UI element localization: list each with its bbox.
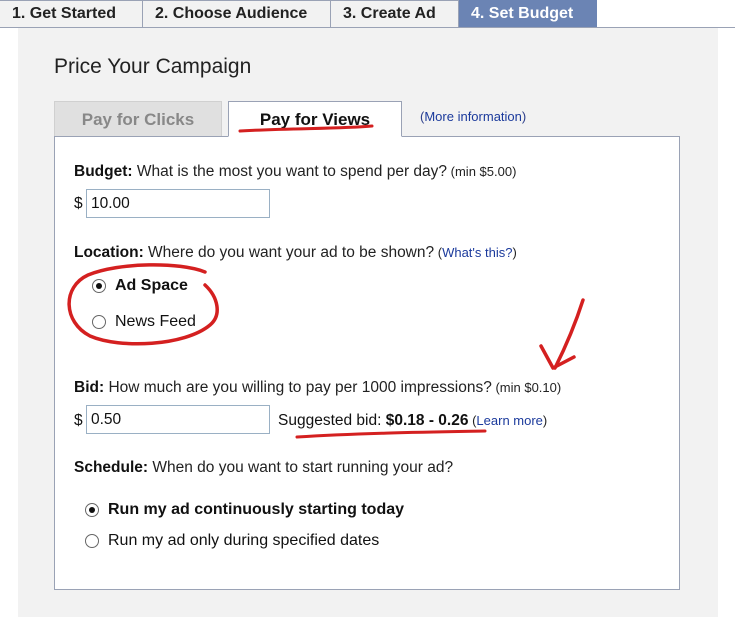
location-label-title: Location: xyxy=(74,244,144,261)
schedule-option-label: Run my ad continuously starting today xyxy=(108,501,405,518)
radio-unselected-icon[interactable] xyxy=(85,534,99,548)
page-title: Price Your Campaign xyxy=(54,55,252,78)
schedule-question: When do you want to start running your a… xyxy=(148,459,454,476)
bid-question: How much are you willing to pay per 1000… xyxy=(104,379,492,396)
tab-pay-for-clicks[interactable]: Pay for Clicks xyxy=(54,101,222,137)
radio-selected-icon[interactable] xyxy=(85,503,99,517)
suggested-bid: Suggested bid: $0.18 - 0.26 (Learn more) xyxy=(278,412,547,430)
schedule-label: Schedule: When do you want to start runn… xyxy=(74,459,453,477)
location-option-news-feed[interactable]: News Feed xyxy=(92,313,196,331)
location-label: Location: Where do you want your ad to b… xyxy=(74,244,517,262)
radio-selected-icon[interactable] xyxy=(92,279,106,293)
suggested-bid-prefix: Suggested bid: xyxy=(278,412,386,429)
schedule-label-title: Schedule: xyxy=(74,459,149,476)
suggested-bid-range: $0.18 - 0.26 xyxy=(385,412,469,429)
bid-label-title: Bid: xyxy=(74,379,105,396)
whats-this-link[interactable]: What's this? xyxy=(442,245,512,260)
whats-this-open-paren: ( xyxy=(434,245,443,260)
budget-currency: $ xyxy=(74,195,83,212)
budget-min: (min $5.00) xyxy=(447,164,517,179)
learn-more-close-paren: ) xyxy=(542,413,548,428)
budget-input[interactable] xyxy=(86,189,270,218)
location-question: Where do you want your ad to be shown? xyxy=(143,244,435,261)
schedule-option-label: Run my ad only during specified dates xyxy=(108,532,380,549)
bid-min: (min $0.10) xyxy=(491,380,562,395)
more-info-close-paren: ) xyxy=(521,109,527,124)
budget-question: What is the most you want to spend per d… xyxy=(132,163,448,180)
step-create-ad[interactable]: 3. Create Ad xyxy=(331,0,459,28)
bid-label: Bid: How much are you willing to pay per… xyxy=(74,379,561,397)
pricing-form: Budget: What is the most you want to spe… xyxy=(54,136,680,590)
whats-this-close-paren: ) xyxy=(512,245,517,260)
step-set-budget[interactable]: 4. Set Budget xyxy=(459,0,597,28)
step-get-started[interactable]: 1. Get Started xyxy=(0,0,143,28)
budget-label: Budget: What is the most you want to spe… xyxy=(74,163,516,181)
bid-input[interactable] xyxy=(86,405,270,434)
more-information-link[interactable]: More information xyxy=(424,109,522,124)
schedule-option-continuous[interactable]: Run my ad continuously starting today xyxy=(85,501,404,519)
more-information: (More information) xyxy=(420,109,526,124)
bid-currency: $ xyxy=(74,412,83,429)
budget-label-title: Budget: xyxy=(74,163,133,180)
location-option-label: Ad Space xyxy=(115,277,188,294)
location-option-ad-space[interactable]: Ad Space xyxy=(92,277,188,295)
location-option-label: News Feed xyxy=(115,313,196,330)
wizard-steps: 1. Get Started 2. Choose Audience 3. Cre… xyxy=(0,0,597,28)
learn-more-link[interactable]: Learn more xyxy=(476,413,542,428)
step-choose-audience[interactable]: 2. Choose Audience xyxy=(143,0,331,28)
schedule-option-specified-dates[interactable]: Run my ad only during specified dates xyxy=(85,532,379,550)
radio-unselected-icon[interactable] xyxy=(92,315,106,329)
tab-pay-for-views[interactable]: Pay for Views xyxy=(228,101,402,137)
